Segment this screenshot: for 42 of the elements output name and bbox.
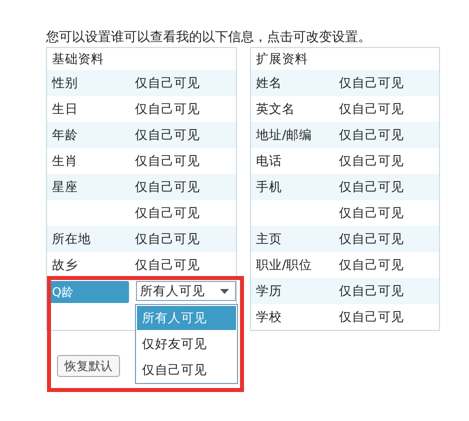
visibility-value[interactable]: 仅自己可见 — [135, 230, 200, 248]
field-label[interactable]: 生日 — [47, 98, 127, 120]
dropdown-option[interactable]: 仅自己可见 — [136, 357, 237, 383]
field-label[interactable]: 姓名 — [251, 72, 331, 94]
panel-title: 扩展资料 — [255, 50, 309, 68]
panel-title: 基础资料 — [51, 50, 105, 68]
caret-icon — [220, 288, 229, 294]
field-label[interactable]: 故乡 — [47, 254, 127, 276]
field-label[interactable]: 学校 — [251, 306, 331, 328]
field-label[interactable]: 星座 — [47, 176, 127, 198]
field-label[interactable]: 所在地 — [47, 228, 127, 250]
visibility-value[interactable]: 仅自己可见 — [339, 74, 404, 92]
field-label[interactable]: 英文名 — [251, 98, 331, 120]
visibility-value[interactable]: 仅自己可见 — [339, 178, 404, 196]
visibility-value[interactable]: 仅自己可见 — [339, 282, 404, 300]
visibility-value[interactable]: 仅自己可见 — [135, 178, 200, 196]
visibility-value[interactable]: 仅自己可见 — [339, 256, 404, 274]
intro-text: 您可以设置谁可以查看我的以下信息，点击可改变设置。 — [46, 29, 372, 46]
field-label[interactable]: 地址/邮编 — [251, 124, 331, 146]
visibility-value[interactable]: 仅自己可见 — [339, 308, 404, 326]
visibility-value[interactable]: 仅自己可见 — [135, 256, 200, 274]
visibility-value[interactable]: 仅自己可见 — [135, 100, 200, 118]
field-label[interactable]: 职业/职位 — [251, 254, 331, 276]
field-label[interactable]: 生肖 — [47, 150, 127, 172]
visibility-dropdown[interactable]: 所有人可见 — [136, 281, 236, 301]
visibility-value[interactable]: 仅自己可见 — [135, 204, 200, 222]
field-label[interactable]: 年龄 — [47, 124, 127, 146]
visibility-value[interactable]: 仅自己可见 — [339, 126, 404, 144]
visibility-value[interactable]: 仅自己可见 — [135, 152, 200, 170]
visibility-value[interactable]: 仅自己可见 — [339, 100, 404, 118]
visibility-value[interactable]: 仅自己可见 — [339, 152, 404, 170]
restore-default-button[interactable]: 恢复默认 — [57, 355, 120, 377]
visibility-value[interactable]: 仅自己可见 — [339, 204, 404, 222]
visibility-value[interactable]: 仅自己可见 — [339, 230, 404, 248]
visibility-value[interactable]: 仅自己可见 — [135, 126, 200, 144]
dropdown-option[interactable]: 仅好友可见 — [136, 331, 237, 357]
field-label[interactable]: 电话 — [251, 150, 331, 172]
visibility-value[interactable]: 仅自己可见 — [135, 74, 200, 92]
field-label[interactable]: 性别 — [47, 72, 127, 94]
field-label[interactable]: 主页 — [251, 228, 331, 250]
field-label[interactable]: 学历 — [251, 280, 331, 302]
field-label[interactable]: 手机 — [251, 176, 331, 198]
